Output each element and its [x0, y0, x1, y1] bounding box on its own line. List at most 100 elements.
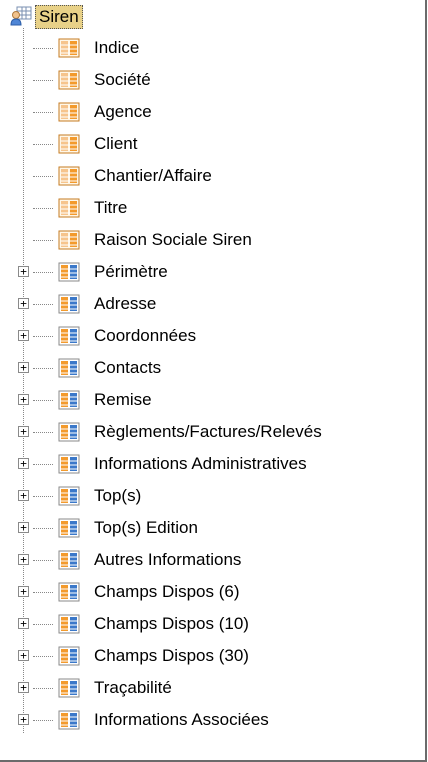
tree-branch-line: [33, 720, 53, 721]
group-table-icon: [58, 518, 80, 538]
tree-branch-line: [33, 176, 53, 177]
field-icon: [58, 134, 80, 154]
group-table-icon: [58, 582, 80, 602]
tree-node-label: Chantier/Affaire: [94, 166, 212, 185]
tree-field-node[interactable]: Client: [0, 128, 420, 160]
expand-plus-icon[interactable]: +: [18, 298, 29, 309]
expand-plus-icon[interactable]: +: [18, 458, 29, 469]
field-icon: [58, 166, 80, 186]
tree-field-node[interactable]: Indice: [0, 32, 420, 64]
tree-group-node[interactable]: + Coordonnées: [0, 320, 420, 352]
expand-plus-icon[interactable]: +: [18, 586, 29, 597]
tree-branch-line: [33, 624, 53, 625]
tree-group-node[interactable]: + Champs Dispos (30): [0, 640, 420, 672]
tree-group-node[interactable]: + Contacts: [0, 352, 420, 384]
tree-branch-line: [33, 144, 53, 145]
tree-field-node[interactable]: Titre: [0, 192, 420, 224]
tree-node-label: Adresse: [94, 294, 157, 313]
tree-field-node[interactable]: Société: [0, 64, 420, 96]
tree-node-label: Autres Informations: [94, 550, 242, 569]
group-table-icon: [58, 262, 80, 282]
tree-branch-line: [33, 592, 53, 593]
tree-node-label: Top(s) Edition: [94, 518, 198, 537]
tree-node-label: Raison Sociale Siren: [94, 230, 252, 249]
group-table-icon: [58, 646, 80, 666]
field-icon: [58, 230, 80, 250]
tree-view-panel[interactable]: Siren Indice Société Agence Client Chant…: [0, 0, 427, 762]
tree-branch-line: [33, 272, 53, 273]
tree-node-label: Règlements/Factures/Relevés: [94, 422, 322, 441]
tree-branch-line: [33, 208, 53, 209]
tree-group-node[interactable]: + Top(s): [0, 480, 420, 512]
tree-branch-line: [33, 304, 53, 305]
tree-branch-line: [33, 656, 53, 657]
tree-branch-line: [33, 528, 53, 529]
tree-node-label: Titre: [94, 198, 128, 217]
tree-group-node[interactable]: + Champs Dispos (6): [0, 576, 420, 608]
expand-plus-icon[interactable]: +: [18, 554, 29, 565]
tree-group-node[interactable]: + Top(s) Edition: [0, 512, 420, 544]
expand-plus-icon[interactable]: +: [18, 522, 29, 533]
group-table-icon: [58, 422, 80, 442]
tree-field-node[interactable]: Chantier/Affaire: [0, 160, 420, 192]
tree-node-label: Client: [94, 134, 138, 153]
tree-field-node[interactable]: Raison Sociale Siren: [0, 224, 420, 256]
tree-group-node[interactable]: + Règlements/Factures/Relevés: [0, 416, 420, 448]
expand-plus-icon[interactable]: +: [18, 490, 29, 501]
expand-plus-icon[interactable]: +: [18, 714, 29, 725]
group-table-icon: [58, 678, 80, 698]
tree-branch-line: [33, 112, 53, 113]
field-icon: [58, 198, 80, 218]
field-icon: [58, 102, 80, 122]
group-table-icon: [58, 454, 80, 474]
tree-group-node[interactable]: + Informations Associées: [0, 704, 420, 736]
expand-plus-icon[interactable]: +: [18, 426, 29, 437]
group-table-icon: [58, 390, 80, 410]
tree-node-label: Informations Associées: [94, 710, 269, 729]
tree-branch-line: [33, 688, 53, 689]
tree-branch-line: [33, 464, 53, 465]
tree-node-label: Champs Dispos (6): [94, 582, 240, 601]
tree-group-node[interactable]: + Adresse: [0, 288, 420, 320]
expand-plus-icon[interactable]: +: [18, 266, 29, 277]
tree-node-label: Société: [94, 70, 151, 89]
group-table-icon: [58, 614, 80, 634]
tree-branch-line: [33, 80, 53, 81]
tree-field-node[interactable]: Agence: [0, 96, 420, 128]
user-table-icon: [10, 6, 32, 26]
tree-group-node[interactable]: + Traçabilité: [0, 672, 420, 704]
tree-group-node[interactable]: + Champs Dispos (10): [0, 608, 420, 640]
tree-node-label: Champs Dispos (10): [94, 614, 249, 633]
expand-plus-icon[interactable]: +: [18, 362, 29, 373]
field-icon: [58, 70, 80, 90]
tree-node-label: Agence: [94, 102, 152, 121]
tree-node-label: Coordonnées: [94, 326, 197, 345]
tree-root-node[interactable]: Siren: [0, 0, 420, 32]
tree-branch-line: [33, 240, 53, 241]
tree-branch-line: [33, 368, 53, 369]
group-table-icon: [58, 486, 80, 506]
tree-node-label: Informations Administratives: [94, 454, 307, 473]
tree-branch-line: [33, 400, 53, 401]
tree-node-label: Traçabilité: [94, 678, 172, 697]
expand-plus-icon[interactable]: +: [18, 618, 29, 629]
tree-branch-line: [33, 336, 53, 337]
expand-plus-icon[interactable]: +: [18, 650, 29, 661]
tree-node-label: Périmètre: [94, 262, 168, 281]
tree-group-node[interactable]: + Périmètre: [0, 256, 420, 288]
expand-plus-icon[interactable]: +: [18, 394, 29, 405]
tree-group-node[interactable]: + Autres Informations: [0, 544, 420, 576]
tree-node-label: Remise: [94, 390, 152, 409]
group-table-icon: [58, 358, 80, 378]
expand-plus-icon[interactable]: +: [18, 330, 29, 341]
tree-group-node[interactable]: + Remise: [0, 384, 420, 416]
expand-plus-icon[interactable]: +: [18, 682, 29, 693]
tree-branch-line: [33, 560, 53, 561]
tree-node-label: Champs Dispos (30): [94, 646, 249, 665]
tree-node-label: Top(s): [94, 486, 142, 505]
tree-branch-line: [33, 432, 53, 433]
group-table-icon: [58, 710, 80, 730]
tree-group-node[interactable]: + Informations Administratives: [0, 448, 420, 480]
tree-root-label[interactable]: Siren: [35, 5, 83, 29]
tree-branch-line: [33, 496, 53, 497]
